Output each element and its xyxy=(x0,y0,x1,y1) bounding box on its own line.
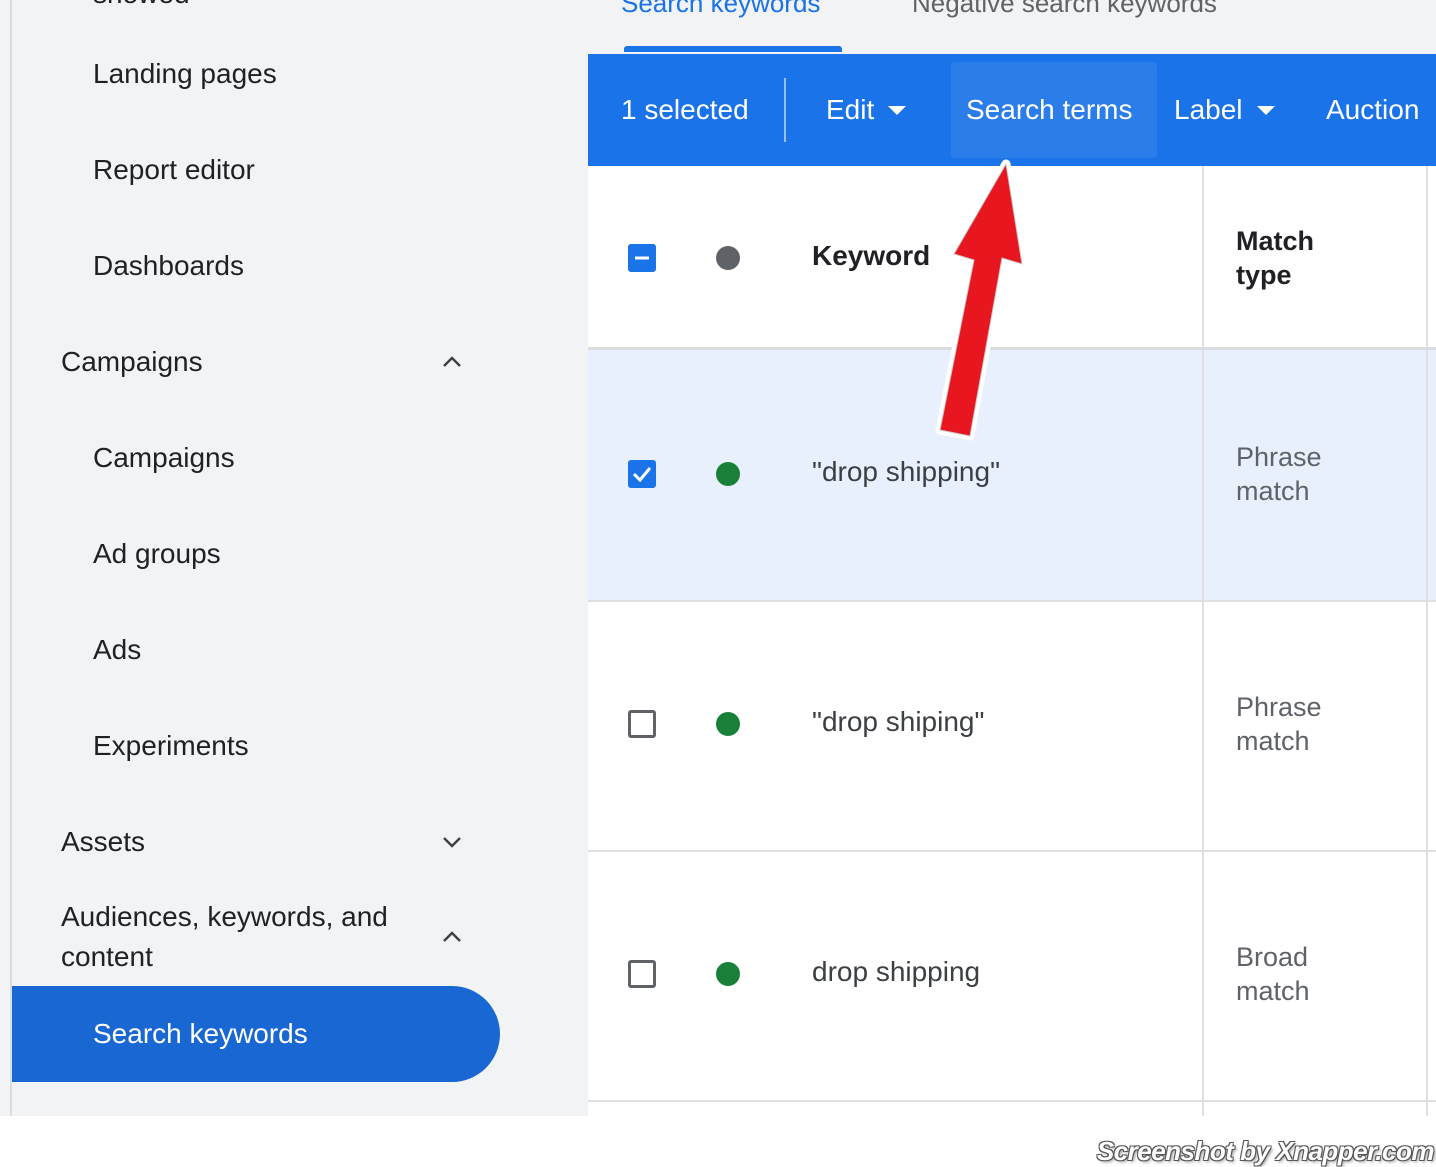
column-separator xyxy=(1202,166,1204,347)
search-terms-label: Search terms xyxy=(966,94,1133,125)
selected-count: 1 selected xyxy=(621,94,749,125)
indeterminate-icon xyxy=(635,256,649,260)
column-separator xyxy=(1202,852,1204,1100)
sidebar-item-report-editor[interactable]: Report editor xyxy=(12,122,500,218)
sidebar-item-label: Search keywords xyxy=(93,1018,308,1049)
column-separator xyxy=(1426,602,1428,850)
sidebar-item-label: Experiments xyxy=(93,730,249,761)
sidebar-group-label: Audiences, keywords, and content xyxy=(61,901,388,972)
column-separator xyxy=(1426,852,1428,1100)
chevron-down-icon xyxy=(443,837,461,848)
label-label: Label xyxy=(1174,94,1243,125)
sidebar-item-label: Report editor xyxy=(93,154,255,185)
chevron-up-icon xyxy=(443,356,461,367)
column-separator xyxy=(1426,350,1428,600)
table-row[interactable]: drop shipping Broad match xyxy=(588,852,1436,1102)
auction-label: Auction xyxy=(1326,94,1420,125)
match-type-cell: Phrase match xyxy=(1236,442,1322,506)
sidebar-group-assets[interactable]: Assets xyxy=(12,794,500,890)
keyword-column-header[interactable]: Keyword xyxy=(812,240,930,272)
match-type-cell: Broad match xyxy=(1236,942,1310,1006)
active-tab-indicator xyxy=(624,46,842,52)
status-enabled-icon xyxy=(716,712,740,736)
edit-label: Edit xyxy=(826,94,875,125)
column-separator xyxy=(1426,166,1428,347)
match-type-column-header[interactable]: Match type xyxy=(1236,224,1346,292)
column-separator xyxy=(1202,602,1204,850)
sidebar-item-label: Ad groups xyxy=(93,538,221,569)
sidebar-group-label: Campaigns xyxy=(61,346,203,377)
sidebar-item-campaigns[interactable]: Campaigns xyxy=(12,410,500,506)
tab-bar: Search keywords Negative search keywords xyxy=(588,0,1436,54)
edit-dropdown-button[interactable]: Edit xyxy=(826,54,907,166)
caret-down-icon xyxy=(1256,105,1275,115)
row-checkbox[interactable] xyxy=(628,960,656,988)
status-enabled-icon xyxy=(716,462,740,486)
check-icon xyxy=(632,467,652,483)
column-separator xyxy=(1202,1102,1204,1116)
toolbar-divider xyxy=(784,78,786,142)
sidebar-item-ad-groups[interactable]: Ad groups xyxy=(12,506,500,602)
keyword-cell[interactable]: "drop shipping" xyxy=(812,456,1000,488)
tab-search-keywords[interactable]: Search keywords xyxy=(621,0,820,19)
sidebar-item-label: Ads xyxy=(93,634,142,665)
sidebar-item-dashboards[interactable]: Dashboards xyxy=(12,218,500,314)
sidebar-item-landing-pages[interactable]: Landing pages xyxy=(12,26,500,122)
status-header-icon xyxy=(716,246,740,270)
label-dropdown-button[interactable]: Label xyxy=(1174,54,1275,166)
match-type-cell: Phrase match xyxy=(1236,692,1322,756)
chevron-up-icon xyxy=(443,931,461,942)
keyword-cell[interactable]: drop shipping xyxy=(812,956,980,988)
caret-down-icon xyxy=(888,105,907,115)
watermark: Screenshot by Xnapper.com xyxy=(1096,1136,1435,1166)
sidebar-group-audiences[interactable]: Audiences, keywords, and content xyxy=(12,892,500,982)
sidebar-item-experiments[interactable]: Experiments xyxy=(12,698,500,794)
column-separator xyxy=(1202,350,1204,600)
sidebar-group-label: Assets xyxy=(61,826,146,857)
sidebar-group-campaigns[interactable]: Campaigns xyxy=(12,314,500,410)
select-all-checkbox[interactable] xyxy=(628,244,656,272)
auction-button[interactable]: Auction xyxy=(1326,54,1419,166)
keyword-cell[interactable]: "drop shiping" xyxy=(812,706,984,738)
row-checkbox[interactable] xyxy=(628,710,656,738)
row-checkbox[interactable] xyxy=(628,460,656,488)
sidebar: showed Landing pages Report editor Dashb… xyxy=(0,0,588,1116)
annotation-arrow-icon xyxy=(935,159,1027,441)
sidebar-item-ads[interactable]: Ads xyxy=(12,602,500,698)
tab-negative-search-keywords[interactable]: Negative search keywords xyxy=(912,0,1217,19)
sidebar-item-label: Dashboards xyxy=(93,250,244,281)
sidebar-item-label: showed xyxy=(93,0,190,10)
status-enabled-icon xyxy=(716,962,740,986)
column-separator xyxy=(1426,1102,1428,1116)
table-row[interactable] xyxy=(588,1102,1436,1116)
sidebar-item-label: Campaigns xyxy=(93,442,235,473)
table-row[interactable]: "drop shiping" Phrase match xyxy=(588,602,1436,852)
sidebar-item-search-keywords[interactable]: Search keywords xyxy=(12,986,500,1082)
sidebar-item-label: Landing pages xyxy=(93,58,277,89)
